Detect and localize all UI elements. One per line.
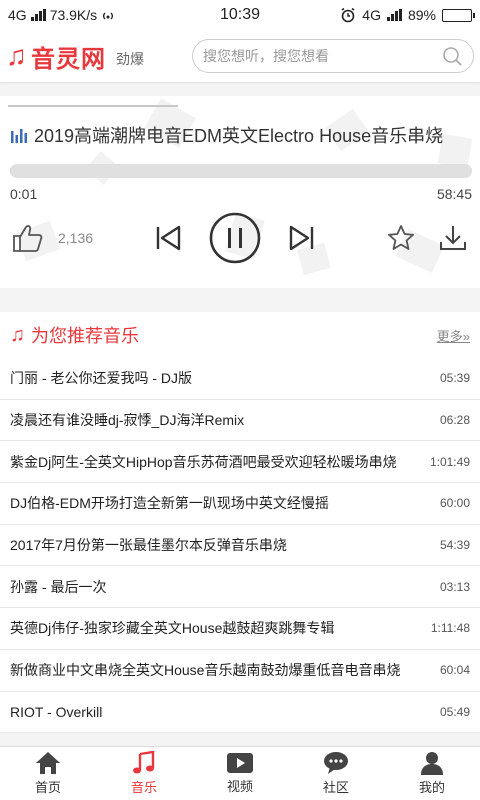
favorite-button[interactable] bbox=[384, 222, 418, 254]
music-note-logo-icon: ♫ bbox=[6, 40, 27, 71]
thumbs-up-icon bbox=[13, 225, 43, 252]
previous-button[interactable] bbox=[150, 222, 186, 254]
song-list-item[interactable]: 孙露 - 最后一次 03:13 bbox=[0, 566, 480, 609]
star-icon bbox=[388, 225, 414, 250]
battery-percent: 89% bbox=[407, 7, 436, 23]
more-link[interactable]: 更多» bbox=[437, 326, 470, 345]
song-duration: 05:49 bbox=[439, 704, 470, 719]
signal-icon bbox=[30, 9, 46, 21]
clock: 10:39 bbox=[219, 6, 261, 23]
tab-music[interactable]: 音乐 bbox=[96, 747, 192, 800]
network-label-right: 4G bbox=[362, 7, 381, 23]
network-label: 4G bbox=[8, 7, 27, 23]
tab-profile[interactable]: 我的 bbox=[384, 747, 480, 800]
home-icon bbox=[36, 752, 60, 774]
song-name: RIOT - Overkill bbox=[10, 703, 103, 720]
skip-next-icon bbox=[289, 225, 314, 251]
current-time: 0:01 bbox=[10, 186, 38, 202]
player-divider bbox=[8, 105, 178, 107]
now-playing-title: 2019高端潮牌电音EDM英文Electro House音乐串烧 bbox=[34, 126, 444, 146]
app-bar: ♫ 音灵网 劲爆 bbox=[0, 30, 480, 82]
bottom-tab-bar: 首页 音乐 视频 社区 我的 bbox=[0, 746, 480, 800]
tab-music-label: 音乐 bbox=[130, 780, 157, 795]
tab-home[interactable]: 首页 bbox=[0, 747, 96, 800]
song-duration: 06:28 bbox=[439, 413, 470, 428]
song-name: 孙露 - 最后一次 bbox=[10, 578, 107, 595]
equalizer-icon bbox=[11, 129, 27, 143]
search-icon[interactable] bbox=[441, 45, 463, 67]
next-button[interactable] bbox=[284, 222, 320, 254]
recommend-header: ♫ 为您推荐音乐 更多» bbox=[0, 312, 480, 358]
song-duration: 60:00 bbox=[439, 496, 470, 511]
status-bar: 4G 73.9K/s 10:39 4G 89% bbox=[0, 0, 480, 30]
tab-video-label: 视频 bbox=[226, 779, 253, 794]
chat-icon bbox=[324, 752, 348, 774]
tab-community-label: 社区 bbox=[322, 780, 349, 795]
tab-profile-label: 我的 bbox=[418, 780, 445, 795]
download-icon bbox=[440, 226, 466, 250]
category-label[interactable]: 劲爆 bbox=[116, 49, 144, 69]
hotspot-icon bbox=[103, 12, 114, 20]
signal-icon-right bbox=[386, 9, 402, 21]
song-duration: 1:01:49 bbox=[429, 454, 470, 469]
tab-home-label: 首页 bbox=[34, 780, 61, 795]
search-input[interactable] bbox=[203, 48, 441, 64]
battery-icon bbox=[442, 8, 475, 22]
song-list-item[interactable]: DJ伯格-EDM开场打造全新第一趴现场中英文经慢摇 60:00 bbox=[0, 483, 480, 525]
tab-video[interactable]: 视频 bbox=[192, 747, 288, 800]
song-name: 新做商业中文串烧全英文House音乐越南鼓劲爆重低音电音串烧 bbox=[10, 662, 401, 679]
song-duration: 05:39 bbox=[439, 371, 470, 386]
song-duration: 60:04 bbox=[439, 663, 470, 678]
user-icon bbox=[421, 752, 443, 775]
music-note-icon: ♫ bbox=[10, 323, 25, 346]
song-list-item[interactable]: 凌晨还有谁没睡dj-寂悸_DJ海洋Remix 06:28 bbox=[0, 399, 480, 442]
song-duration: 54:39 bbox=[439, 538, 470, 553]
like-button[interactable] bbox=[10, 222, 46, 254]
search-box[interactable] bbox=[192, 39, 474, 73]
like-count: 2,136 bbox=[58, 230, 94, 246]
network-speed: 73.9K/s bbox=[49, 7, 98, 23]
song-duration: 1:11:48 bbox=[430, 621, 470, 636]
song-name: DJ伯格-EDM开场打造全新第一趴现场中英文经慢摇 bbox=[10, 495, 329, 512]
song-list: 门丽 - 老公你还爱我吗 - DJ版 05:39 凌晨还有谁没睡dj-寂悸_DJ海洋… bbox=[0, 358, 480, 734]
song-list-item[interactable]: RIOT - Overkill 05:49 bbox=[0, 691, 480, 734]
song-list-item[interactable]: 英德Dj伟仔-独家珍藏全英文House越鼓超爽跳舞专辑 1:11:48 bbox=[0, 608, 480, 650]
brand-name: 音灵网 bbox=[31, 45, 106, 73]
video-icon bbox=[227, 753, 253, 773]
song-name: 门丽 - 老公你还爱我吗 - DJ版 bbox=[10, 370, 192, 387]
song-list-item[interactable]: 门丽 - 老公你还爱我吗 - DJ版 05:39 bbox=[0, 358, 480, 400]
progress-bar[interactable] bbox=[10, 164, 472, 178]
total-time: 58:45 bbox=[436, 186, 472, 202]
song-duration: 03:13 bbox=[439, 579, 470, 594]
music-note-icon bbox=[133, 751, 155, 774]
song-list-item[interactable]: 新做商业中文串烧全英文House音乐越南鼓劲爆重低音电音串烧 60:04 bbox=[0, 649, 480, 692]
alarm-icon bbox=[341, 7, 355, 23]
song-list-item[interactable]: 2017年7月份第一张最佳墨尔本反弹音乐串烧 54:39 bbox=[0, 524, 480, 567]
recommend-title: 为您推荐音乐 bbox=[31, 326, 139, 346]
player-card: 2019高端潮牌电音EDM英文Electro House音乐串烧 0:01 58… bbox=[0, 96, 480, 288]
song-name: 凌晨还有谁没睡dj-寂悸_DJ海洋Remix bbox=[10, 412, 245, 429]
song-list-item[interactable]: 紫金Dj阿生-全英文HipHop音乐苏荷酒吧最受欢迎轻松暖场串烧 1:01:49 bbox=[0, 441, 480, 484]
pause-button[interactable] bbox=[208, 212, 262, 264]
pause-icon bbox=[209, 212, 261, 264]
song-name: 紫金Dj阿生-全英文HipHop音乐苏荷酒吧最受欢迎轻松暖场串烧 bbox=[10, 453, 397, 470]
tab-community[interactable]: 社区 bbox=[288, 747, 384, 800]
song-name: 英德Dj伟仔-独家珍藏全英文House越鼓超爽跳舞专辑 bbox=[10, 620, 335, 637]
download-button[interactable] bbox=[436, 222, 470, 254]
song-name: 2017年7月份第一张最佳墨尔本反弹音乐串烧 bbox=[10, 537, 287, 554]
logo[interactable]: ♫ 音灵网 劲爆 bbox=[6, 39, 144, 74]
skip-previous-icon bbox=[156, 225, 181, 251]
